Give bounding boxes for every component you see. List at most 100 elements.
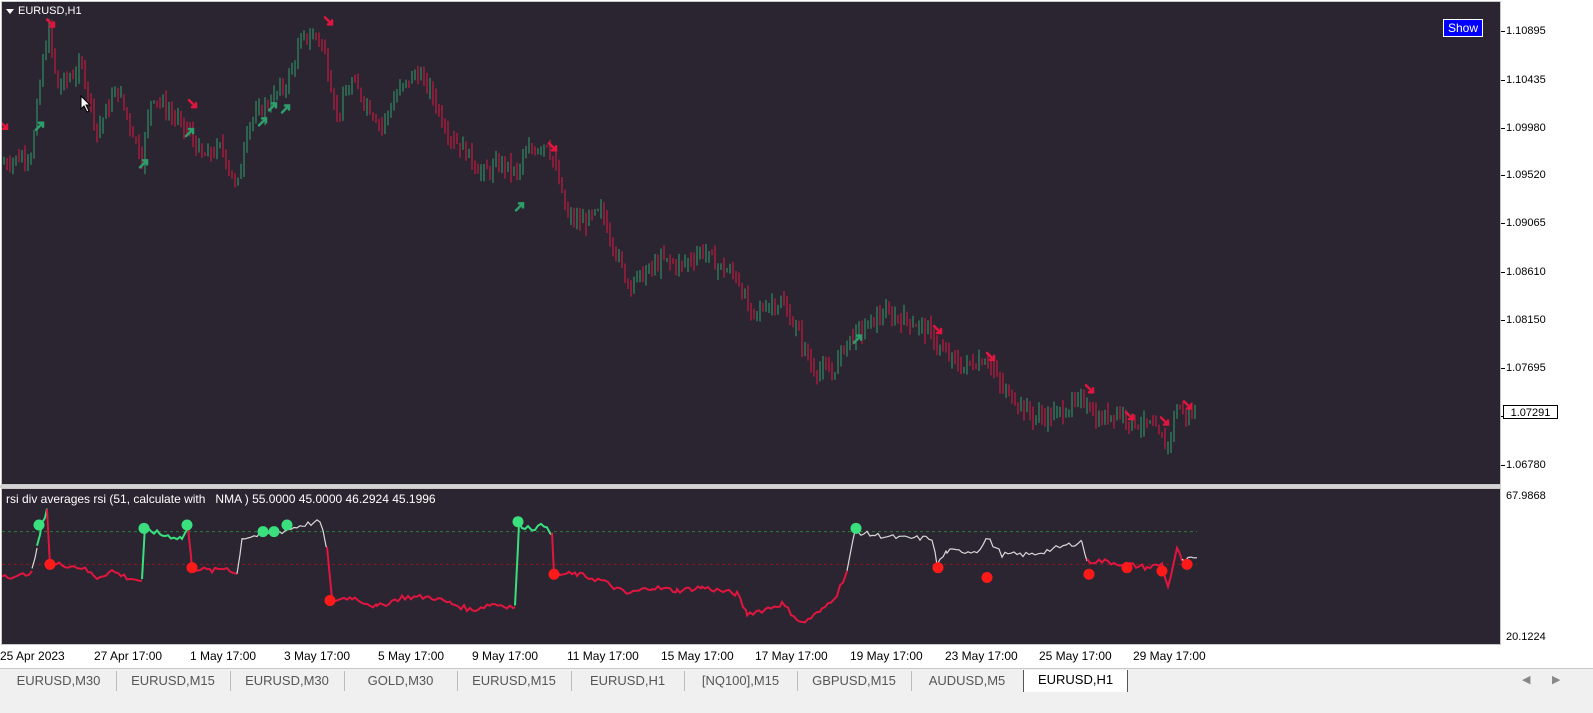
indicator-axis-min: 20.1224 [1506, 631, 1546, 643]
rsi-signal-dot [981, 572, 993, 584]
indicator-title: rsi div averages rsi (51, calculate with… [6, 492, 436, 506]
chart-tab[interactable]: EURUSD,M30 [1, 671, 117, 691]
price-axis-label: 1.08610 [1506, 266, 1546, 278]
signal-arrow-down [323, 16, 334, 26]
rsi-line-segment [846, 530, 1088, 571]
chart-tab[interactable]: EURUSD,M15 [116, 671, 231, 691]
price-chart-pane[interactable]: EURUSD,H1 Show [1, 1, 1501, 485]
signal-arrow-down [187, 98, 198, 109]
chart-tab[interactable]: AUDUSD,M5 [911, 671, 1024, 691]
price-axis-label: 1.10435 [1506, 74, 1546, 86]
rsi-signal-dot [1181, 558, 1193, 570]
chart-tab[interactable]: GOLD,M30 [344, 671, 458, 691]
time-axis[interactable]: 25 Apr 2023 27 Apr 17:00 1 May 17:00 3 May … [0, 645, 1502, 667]
rsi-line-segment [2, 570, 33, 580]
rsi-chart-svg [2, 508, 1198, 624]
show-button[interactable]: Show [1443, 19, 1483, 37]
tab-scroll-left-icon[interactable]: ◀ [1522, 673, 1530, 686]
chart-tab[interactable]: EURUSD,H1 [571, 671, 685, 691]
chart-tab[interactable]: GBPUSD,M15 [797, 671, 912, 691]
rsi-signal-dot [281, 519, 293, 531]
rsi-line-segment [1086, 545, 1183, 591]
price-axis-label: 1.07695 [1506, 362, 1546, 374]
signal-arrow-down [1182, 400, 1193, 410]
price-axis-tick [1501, 320, 1505, 321]
rsi-signal-dot [1121, 562, 1133, 574]
rsi-signal-dot [548, 568, 560, 580]
price-axis-label: 1.09980 [1506, 122, 1546, 134]
rsi-line-segment [236, 519, 328, 574]
signal-arrow-down [1084, 383, 1095, 394]
current-price-label: 1.07291 [1503, 405, 1558, 419]
price-axis-tick [1501, 128, 1505, 129]
price-axis-tick [1501, 223, 1505, 224]
time-axis-label: 3 May 17:00 [284, 649, 351, 663]
signal-arrow-up [267, 102, 278, 112]
price-axis-tick [1501, 368, 1505, 369]
rsi-line-segment [326, 546, 516, 613]
rsi-signal-dot [268, 526, 280, 538]
rsi-signal-dot [1156, 565, 1168, 577]
price-axis-tick [1501, 80, 1505, 81]
rsi-line-segment [31, 547, 38, 569]
price-axis-tick [1501, 465, 1505, 466]
price-axis-label: 1.08150 [1506, 314, 1546, 326]
chart-tab[interactable]: EURUSD,M30 [230, 671, 345, 691]
chart-tab[interactable]: [NQ100],M15 [684, 671, 798, 691]
rsi-signal-dot [181, 519, 193, 531]
rsi-signal-dot [932, 562, 944, 574]
signal-arrow-up [138, 159, 149, 169]
signal-arrow-up [514, 202, 525, 212]
rsi-signal-dot [257, 526, 269, 538]
rsi-signal-dot [33, 519, 45, 531]
price-axis-tick [1501, 272, 1505, 273]
time-axis-label: 11 May 17:00 [567, 649, 639, 663]
rsi-signal-dot [186, 562, 198, 574]
rsi-signal-dot [324, 594, 336, 606]
signal-arrow-down [45, 18, 56, 28]
dropdown-triangle-icon[interactable] [6, 8, 14, 14]
bottom-strip [0, 692, 1593, 713]
price-axis-label: 1.09065 [1506, 217, 1546, 229]
time-axis-label: 17 May 17:00 [755, 649, 828, 663]
price-axis-label: 1.09520 [1506, 169, 1546, 181]
rsi-line-segment [46, 509, 143, 582]
rsi-signal-dot [138, 522, 150, 534]
time-axis-label: 9 May 17:00 [472, 649, 539, 663]
price-axis-tick [1501, 31, 1505, 32]
signal-arrow-down [1159, 416, 1170, 426]
signal-arrow-down [2, 121, 9, 130]
tab-scroll-right-icon[interactable]: ▶ [1552, 673, 1560, 686]
rsi-signal-dot [44, 558, 56, 570]
time-axis-label: 25 Apr 2023 [0, 649, 65, 663]
candles-group [3, 18, 1196, 455]
time-axis-label: 5 May 17:00 [378, 649, 445, 663]
chart-tab[interactable]: EURUSD,M15 [457, 671, 572, 691]
rsi-line-segment [551, 532, 848, 624]
time-axis-label: 25 May 17:00 [1039, 649, 1112, 663]
chart-tab[interactable]: EURUSD,H1 [1023, 670, 1128, 693]
mouse-pointer-icon [80, 95, 92, 113]
chart-window: EURUSD,H1 Show rsi div averages rsi (51,… [0, 0, 1593, 684]
price-axis-label: 1.10895 [1506, 25, 1546, 37]
time-axis-label: 29 May 17:00 [1133, 649, 1206, 663]
price-chart-svg [2, 16, 1196, 455]
signal-arrow-down [932, 324, 943, 335]
signal-arrow-down [1124, 410, 1135, 421]
chart-symbol-title[interactable]: EURUSD,H1 [6, 5, 82, 17]
indicator-pane[interactable]: rsi div averages rsi (51, calculate with… [1, 488, 1501, 645]
rsi-signal-dot [850, 522, 862, 534]
time-axis-label: 15 May 17:00 [661, 649, 734, 663]
price-axis-label: 1.06780 [1506, 459, 1546, 471]
rsi-signal-dot [512, 516, 524, 528]
time-axis-label: 1 May 17:00 [190, 649, 257, 663]
time-axis-label: 23 May 17:00 [945, 649, 1018, 663]
symbol-label: EURUSD,H1 [18, 5, 82, 17]
time-axis-label: 19 May 17:00 [850, 649, 923, 663]
price-axis-tick [1501, 175, 1505, 176]
signal-arrow-up [852, 334, 863, 344]
signal-arrow-up [280, 104, 291, 114]
indicator-axis-max: 67.9868 [1506, 490, 1546, 502]
rsi-signal-dot [1083, 568, 1095, 580]
chart-tabs-bar: EURUSD,M30 EURUSD,M15 EURUSD,M30 GOLD,M30 EU… [0, 668, 1593, 693]
